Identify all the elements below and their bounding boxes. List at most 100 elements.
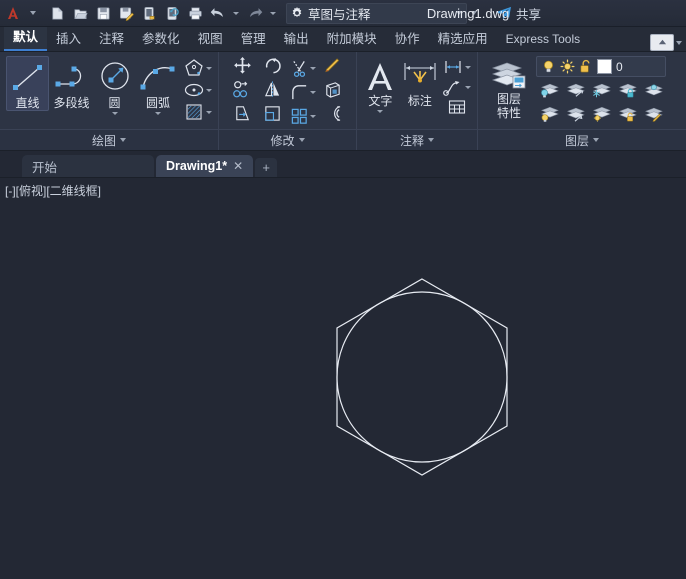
- modify-panel-caret-icon[interactable]: [299, 138, 305, 142]
- modify-fillet-button[interactable]: [290, 83, 316, 102]
- ribbon-panel-annotation-title[interactable]: 注释: [357, 129, 477, 150]
- annotation-linear-button[interactable]: [442, 57, 471, 77]
- document-tab-drawing1[interactable]: Drawing1* ✕: [156, 155, 253, 177]
- modify-erase-button[interactable]: [323, 56, 342, 80]
- document-tab-start[interactable]: 开始: [22, 155, 154, 177]
- annotation-leader-button[interactable]: [442, 77, 471, 97]
- draw-line-button[interactable]: 直线: [6, 56, 49, 111]
- hexagon-entity[interactable]: [337, 279, 507, 475]
- annotation-linear-caret-icon[interactable]: [465, 66, 471, 69]
- draw-ellipse-button[interactable]: [183, 79, 212, 101]
- annotation-table-button[interactable]: [446, 97, 468, 117]
- drawing-canvas[interactable]: [-][俯视][二维线框]: [0, 178, 686, 579]
- circle-entity[interactable]: [337, 292, 507, 462]
- modify-solid-button[interactable]: [323, 80, 342, 104]
- draw-hatch-caret-icon[interactable]: [206, 111, 212, 114]
- layer-isolate-button[interactable]: [565, 81, 585, 104]
- layer-properties-button[interactable]: 图层 特性: [486, 56, 532, 120]
- ribbon-tab-parametric[interactable]: 参数化: [133, 29, 189, 51]
- application-menu-button[interactable]: [0, 0, 26, 26]
- current-layer-control[interactable]: 0: [536, 56, 666, 77]
- draw-arc-caret-icon[interactable]: [155, 112, 161, 115]
- application-menu-caret[interactable]: [26, 0, 40, 26]
- modify-stretch-button[interactable]: [233, 104, 252, 128]
- draw-arc-button[interactable]: 圆弧: [137, 56, 179, 115]
- modify-scale-button[interactable]: [263, 104, 282, 128]
- ribbon-tab-featured-apps[interactable]: 精选应用: [429, 29, 497, 51]
- ribbon-tab-annotate[interactable]: 注释: [90, 29, 133, 51]
- modify-trim-button[interactable]: [290, 59, 316, 78]
- sun-icon[interactable]: [560, 59, 575, 74]
- qat-overflow-caret[interactable]: [467, 0, 481, 26]
- open-from-web-icon[interactable]: [161, 2, 183, 24]
- ribbon-tab-express-tools[interactable]: Express Tools: [497, 29, 589, 51]
- workspace-caret-icon[interactable]: [456, 11, 462, 15]
- layer-unisolate-button[interactable]: [565, 105, 585, 128]
- ribbon-tab-view[interactable]: 视图: [189, 29, 232, 51]
- ribbon-panel-modify-title[interactable]: 修改: [219, 129, 356, 150]
- save-to-web-icon[interactable]: [138, 2, 160, 24]
- ribbon-panel-layers-title[interactable]: 图层: [478, 129, 686, 150]
- leader-icon: [442, 77, 464, 97]
- ribbon-minimize-caret-icon[interactable]: [676, 41, 682, 45]
- layer-unlock-button[interactable]: [617, 105, 637, 128]
- modify-copy-button[interactable]: [233, 80, 252, 104]
- layer-lock-button[interactable]: [617, 81, 637, 104]
- print-icon[interactable]: [184, 2, 206, 24]
- save-icon[interactable]: [92, 2, 114, 24]
- ribbon-tab-manage[interactable]: 管理: [232, 29, 275, 51]
- layer-thaw-all-button[interactable]: [591, 105, 611, 128]
- annotation-text-button[interactable]: 文字: [363, 56, 398, 113]
- layers-panel-caret-icon[interactable]: [593, 138, 599, 142]
- annotation-dimension-button[interactable]: 标注: [400, 56, 440, 108]
- open-file-icon[interactable]: [69, 2, 91, 24]
- draw-polygon-button[interactable]: [183, 57, 212, 79]
- annotation-text-caret-icon[interactable]: [377, 110, 383, 113]
- new-tab-button[interactable]: +: [255, 158, 277, 177]
- ribbon-tab-insert[interactable]: 插入: [47, 29, 90, 51]
- draw-panel-caret-icon[interactable]: [120, 138, 126, 142]
- modify-rotate-button[interactable]: [263, 56, 282, 80]
- layer-off-button[interactable]: [539, 81, 559, 104]
- layer-merge-button[interactable]: [643, 81, 663, 104]
- save-as-icon[interactable]: [115, 2, 137, 24]
- redo-icon[interactable]: [244, 2, 266, 24]
- annotation-panel-caret-icon[interactable]: [428, 138, 434, 142]
- ribbon-tab-output[interactable]: 输出: [275, 29, 318, 51]
- draw-polyline-label: 多段线: [53, 97, 89, 110]
- layer-turn-all-on-button[interactable]: [539, 105, 559, 128]
- modify-array-button[interactable]: [290, 107, 316, 126]
- unlock-icon[interactable]: [579, 59, 593, 74]
- modify-trim-caret-icon[interactable]: [310, 67, 316, 70]
- close-icon[interactable]: ✕: [233, 159, 243, 173]
- workspace-switcher[interactable]: 草图与注释: [286, 3, 467, 24]
- ribbon-tab-collaborate[interactable]: 协作: [386, 29, 429, 51]
- draw-circle-button[interactable]: 圆: [94, 56, 135, 115]
- lightbulb-icon[interactable]: [541, 59, 556, 74]
- draw-ellipse-caret-icon[interactable]: [206, 89, 212, 92]
- ribbon-minimize-button[interactable]: [650, 34, 674, 51]
- modify-array-caret-icon[interactable]: [310, 115, 316, 118]
- scale-icon: [263, 104, 282, 123]
- undo-icon[interactable]: [207, 2, 229, 24]
- polygon-icon: [183, 57, 205, 79]
- modify-offset-button[interactable]: [323, 104, 342, 128]
- modify-fillet-caret-icon[interactable]: [310, 91, 316, 94]
- redo-caret[interactable]: [266, 0, 280, 26]
- ribbon-panel-draw-title[interactable]: 绘图: [0, 129, 218, 150]
- draw-circle-caret-icon[interactable]: [112, 112, 118, 115]
- modify-move-button[interactable]: [233, 56, 252, 80]
- draw-polyline-button[interactable]: 多段线: [51, 56, 92, 110]
- layer-change-to-current-button[interactable]: [643, 105, 663, 128]
- new-file-icon[interactable]: [46, 2, 68, 24]
- annotation-leader-caret-icon[interactable]: [465, 86, 471, 89]
- draw-hatch-button[interactable]: [183, 101, 212, 123]
- draw-polygon-caret-icon[interactable]: [206, 67, 212, 70]
- undo-caret[interactable]: [229, 0, 243, 26]
- share-button[interactable]: 共享: [495, 4, 541, 23]
- ribbon-tab-addins[interactable]: 附加模块: [318, 29, 386, 51]
- layer-color-swatch[interactable]: [597, 59, 612, 74]
- layer-freeze-button[interactable]: [591, 81, 611, 104]
- ribbon-tab-default[interactable]: 默认: [4, 27, 47, 51]
- modify-mirror-button[interactable]: [263, 80, 282, 104]
